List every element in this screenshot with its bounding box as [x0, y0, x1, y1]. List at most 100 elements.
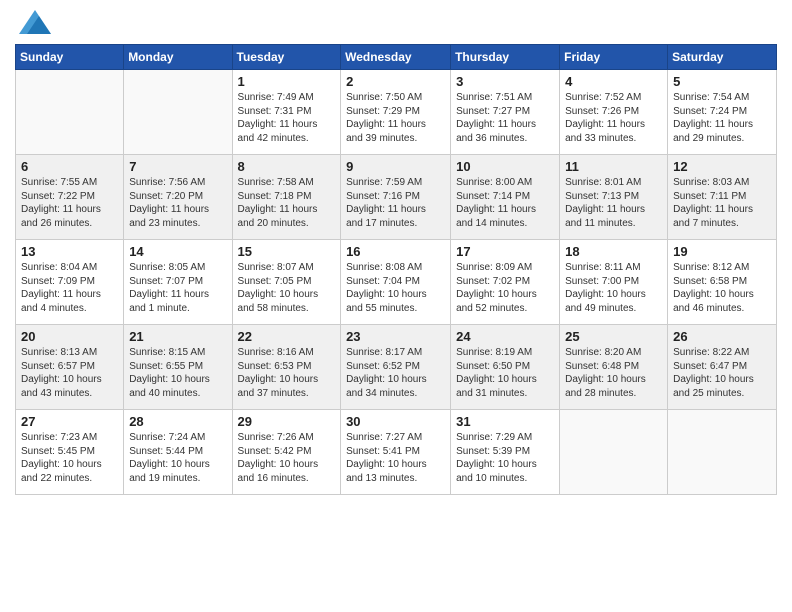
calendar-cell: 18 Sunrise: 8:11 AMSunset: 7:00 PMDayligh… — [560, 240, 668, 325]
calendar-header-row: SundayMondayTuesdayWednesdayThursdayFrid… — [16, 45, 777, 70]
day-number: 20 — [21, 329, 118, 344]
day-info: Sunrise: 8:05 AMSunset: 7:07 PMDaylight:… — [129, 261, 226, 315]
calendar-cell: 10Sunrise: 8:00 AMSunset: 7:14 PMDayligh… — [451, 155, 560, 240]
calendar-week-2: 6Sunrise: 7:55 AMSunset: 7:22 PMDaylight… — [16, 155, 777, 240]
calendar-header-tuesday: Tuesday — [232, 45, 341, 70]
calendar-cell: 29Sunrise: 7:26 AMSunset: 5:42 PMDayligh… — [232, 410, 341, 495]
day-info: Sunrise: 8:15 AMSunset: 6:55 PMDaylight:… — [129, 346, 226, 400]
day-number: 2 — [346, 74, 445, 89]
day-number: 24 — [456, 329, 554, 344]
day-number: 19 — [673, 244, 771, 259]
calendar-cell: 27 Sunrise: 7:23 AMSunset: 5:45 PMDayligh… — [16, 410, 124, 495]
day-number: 8 — [238, 159, 336, 174]
day-number: 14 — [129, 244, 226, 259]
day-number: 17 — [456, 244, 554, 259]
day-number: 21 — [129, 329, 226, 344]
logo — [15, 14, 51, 36]
day-info: Sunrise: 8:08 AMSunset: 7:04 PMDaylight:… — [346, 261, 445, 315]
calendar-cell: 7 Sunrise: 7:56 AMSunset: 7:20 PMDaylight… — [124, 155, 232, 240]
day-info: Sunrise: 8:16 AMSunset: 6:53 PMDaylight:… — [238, 346, 336, 400]
calendar-cell: 20 Sunrise: 8:13 AMSunset: 6:57 PMDayligh… — [16, 325, 124, 410]
calendar-cell — [668, 410, 777, 495]
day-number: 13 — [21, 244, 118, 259]
calendar-cell: 8 Sunrise: 7:58 AMSunset: 7:18 PMDaylight… — [232, 155, 341, 240]
day-number: 11 — [565, 159, 662, 174]
calendar-cell: 22 Sunrise: 8:16 AMSunset: 6:53 PMDayligh… — [232, 325, 341, 410]
day-info: Sunrise: 8:09 AMSunset: 7:02 PMDaylight:… — [456, 261, 554, 315]
day-number: 6 — [21, 159, 118, 174]
day-info: Sunrise: 8:04 AMSunset: 7:09 PMDaylight:… — [21, 261, 118, 315]
day-info: Sunrise: 8:17 AMSunset: 6:52 PMDaylight:… — [346, 346, 445, 400]
day-number: 26 — [673, 329, 771, 344]
calendar-cell: 16 Sunrise: 8:08 AMSunset: 7:04 PMDayligh… — [341, 240, 451, 325]
calendar-cell: 30 Sunrise: 7:27 AMSunset: 5:41 PMDayligh… — [341, 410, 451, 495]
calendar-cell: 19 Sunrise: 8:12 AMSunset: 6:58 PMDayligh… — [668, 240, 777, 325]
calendar-cell — [16, 70, 124, 155]
calendar-header-monday: Monday — [124, 45, 232, 70]
calendar-cell: 15 Sunrise: 8:07 AMSunset: 7:05 PMDayligh… — [232, 240, 341, 325]
day-number: 4 — [565, 74, 662, 89]
day-info: Sunrise: 7:52 AMSunset: 7:26 PMDaylight:… — [565, 91, 662, 145]
calendar-cell — [124, 70, 232, 155]
page: SundayMondayTuesdayWednesdayThursdayFrid… — [0, 0, 792, 612]
calendar-cell: 3Sunrise: 7:51 AMSunset: 7:27 PMDaylight… — [451, 70, 560, 155]
calendar-cell: 21 Sunrise: 8:15 AMSunset: 6:55 PMDayligh… — [124, 325, 232, 410]
day-info: Sunrise: 8:13 AMSunset: 6:57 PMDaylight:… — [21, 346, 118, 400]
day-info: Sunrise: 7:49 AMSunset: 7:31 PMDaylight:… — [238, 91, 336, 145]
calendar-header-thursday: Thursday — [451, 45, 560, 70]
day-number: 9 — [346, 159, 445, 174]
calendar-week-3: 13 Sunrise: 8:04 AMSunset: 7:09 PMDayligh… — [16, 240, 777, 325]
calendar-cell: 5 Sunrise: 7:54 AMSunset: 7:24 PMDaylight… — [668, 70, 777, 155]
calendar-cell: 17 Sunrise: 8:09 AMSunset: 7:02 PMDayligh… — [451, 240, 560, 325]
calendar-cell: 12 Sunrise: 8:03 AMSunset: 7:11 PMDayligh… — [668, 155, 777, 240]
calendar-cell: 13 Sunrise: 8:04 AMSunset: 7:09 PMDayligh… — [16, 240, 124, 325]
calendar-cell: 23 Sunrise: 8:17 AMSunset: 6:52 PMDayligh… — [341, 325, 451, 410]
calendar-cell: 11 Sunrise: 8:01 AMSunset: 7:13 PMDayligh… — [560, 155, 668, 240]
calendar-week-1: 1Sunrise: 7:49 AMSunset: 7:31 PMDaylight… — [16, 70, 777, 155]
day-number: 5 — [673, 74, 771, 89]
day-info: Sunrise: 8:01 AMSunset: 7:13 PMDaylight:… — [565, 176, 662, 230]
day-info: Sunrise: 7:50 AMSunset: 7:29 PMDaylight:… — [346, 91, 445, 145]
day-number: 29 — [238, 414, 336, 429]
day-number: 31 — [456, 414, 554, 429]
calendar-cell: 1Sunrise: 7:49 AMSunset: 7:31 PMDaylight… — [232, 70, 341, 155]
day-info: Sunrise: 8:20 AMSunset: 6:48 PMDaylight:… — [565, 346, 662, 400]
calendar-week-4: 20 Sunrise: 8:13 AMSunset: 6:57 PMDayligh… — [16, 325, 777, 410]
header — [15, 10, 777, 36]
calendar-cell: 6Sunrise: 7:55 AMSunset: 7:22 PMDaylight… — [16, 155, 124, 240]
day-info: Sunrise: 7:23 AMSunset: 5:45 PMDaylight:… — [21, 431, 118, 485]
day-info: Sunrise: 7:58 AMSunset: 7:18 PMDaylight:… — [238, 176, 336, 230]
day-number: 18 — [565, 244, 662, 259]
day-number: 30 — [346, 414, 445, 429]
day-info: Sunrise: 7:54 AMSunset: 7:24 PMDaylight:… — [673, 91, 771, 145]
day-info: Sunrise: 7:24 AMSunset: 5:44 PMDaylight:… — [129, 431, 226, 485]
calendar-header-saturday: Saturday — [668, 45, 777, 70]
calendar-header-friday: Friday — [560, 45, 668, 70]
calendar-table: SundayMondayTuesdayWednesdayThursdayFrid… — [15, 44, 777, 495]
day-info: Sunrise: 8:03 AMSunset: 7:11 PMDaylight:… — [673, 176, 771, 230]
calendar-cell — [560, 410, 668, 495]
day-number: 22 — [238, 329, 336, 344]
calendar-cell: 2 Sunrise: 7:50 AMSunset: 7:29 PMDaylight… — [341, 70, 451, 155]
day-number: 16 — [346, 244, 445, 259]
day-number: 15 — [238, 244, 336, 259]
day-info: Sunrise: 8:12 AMSunset: 6:58 PMDaylight:… — [673, 261, 771, 315]
calendar-header-wednesday: Wednesday — [341, 45, 451, 70]
calendar-cell: 4 Sunrise: 7:52 AMSunset: 7:26 PMDaylight… — [560, 70, 668, 155]
day-number: 28 — [129, 414, 226, 429]
day-number: 3 — [456, 74, 554, 89]
day-info: Sunrise: 8:07 AMSunset: 7:05 PMDaylight:… — [238, 261, 336, 315]
day-info: Sunrise: 8:00 AMSunset: 7:14 PMDaylight:… — [456, 176, 554, 230]
day-info: Sunrise: 7:29 AMSunset: 5:39 PMDaylight:… — [456, 431, 554, 485]
day-info: Sunrise: 7:56 AMSunset: 7:20 PMDaylight:… — [129, 176, 226, 230]
day-number: 7 — [129, 159, 226, 174]
calendar-week-5: 27 Sunrise: 7:23 AMSunset: 5:45 PMDayligh… — [16, 410, 777, 495]
day-number: 25 — [565, 329, 662, 344]
day-info: Sunrise: 7:27 AMSunset: 5:41 PMDaylight:… — [346, 431, 445, 485]
calendar-cell: 9Sunrise: 7:59 AMSunset: 7:16 PMDaylight… — [341, 155, 451, 240]
day-number: 23 — [346, 329, 445, 344]
day-number: 27 — [21, 414, 118, 429]
day-info: Sunrise: 8:11 AMSunset: 7:00 PMDaylight:… — [565, 261, 662, 315]
calendar-cell: 25 Sunrise: 8:20 AMSunset: 6:48 PMDayligh… — [560, 325, 668, 410]
day-number: 12 — [673, 159, 771, 174]
